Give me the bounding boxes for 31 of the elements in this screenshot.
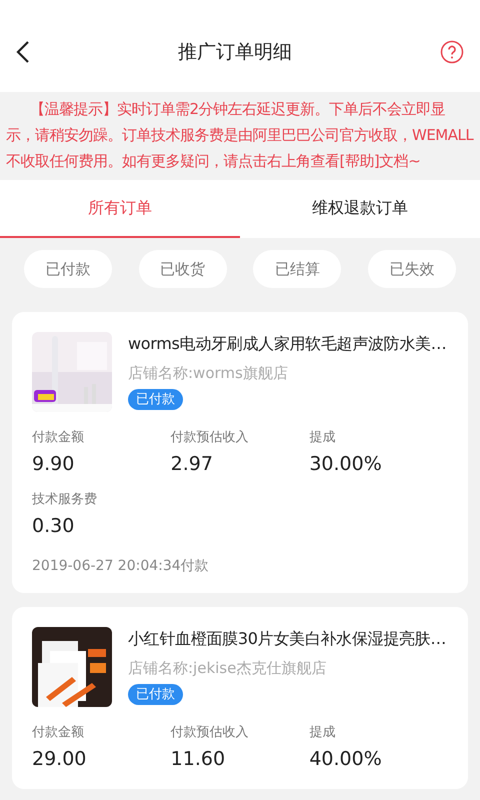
notice-text: 【温馨提示】实时订单需2分钟左右延迟更新。下单后不会立即显示，请稍安勿躁。订单技术服务费是由阿里巴巴公司官方收取，WEMALL不收取任何费用。如有更多疑问，请点击右上角查看[帮助]文档~ [6, 99, 474, 172]
shop-name: 店铺名称:worms旗舰店 [128, 363, 288, 384]
filter-chip[interactable]: 已结算 [253, 250, 342, 288]
field-label: 提成 [309, 724, 336, 742]
shop-name: 店铺名称:jekise杰克仕旗舰店 [128, 658, 326, 679]
filter-chip[interactable]: 已失效 [368, 250, 456, 288]
field-value: 2.97 [170, 452, 214, 476]
field-value: 9.90 [32, 452, 76, 476]
field-value: 29.00 [32, 746, 88, 772]
tab[interactable]: 所有订单 [0, 180, 240, 238]
field-value: 30.00% [309, 452, 383, 476]
product-title: 小红针血橙面膜30片女美白补水保湿提亮肤… [128, 628, 446, 650]
field-label: 付款预估收入 [170, 724, 250, 742]
field-label: 付款金额 [32, 429, 85, 447]
field-value: 0.30 [32, 514, 76, 538]
product-title: worms电动牙刷成人家用软毛超声波防水美… [128, 333, 446, 355]
help-icon[interactable] [440, 40, 464, 64]
filter-chip[interactable]: 已付款 [24, 250, 112, 288]
back-icon[interactable] [16, 40, 30, 64]
status-badge: 已付款 [128, 388, 183, 410]
tab[interactable]: 维权退款订单 [240, 180, 480, 238]
field-label: 付款金额 [32, 724, 85, 742]
field-value: 11.60 [170, 746, 226, 772]
status-badge: 已付款 [128, 684, 183, 705]
field-label: 提成 [309, 429, 336, 447]
field-label: 技术服务费 [32, 491, 98, 509]
field-label: 付款预估收入 [170, 429, 250, 447]
filter-chip[interactable]: 已收货 [138, 250, 227, 288]
page-title: 推广订单明细 [178, 40, 292, 65]
payment-time: 2019-06-27 20:04:34付款 [32, 557, 210, 576]
field-value: 40.00% [309, 746, 383, 772]
